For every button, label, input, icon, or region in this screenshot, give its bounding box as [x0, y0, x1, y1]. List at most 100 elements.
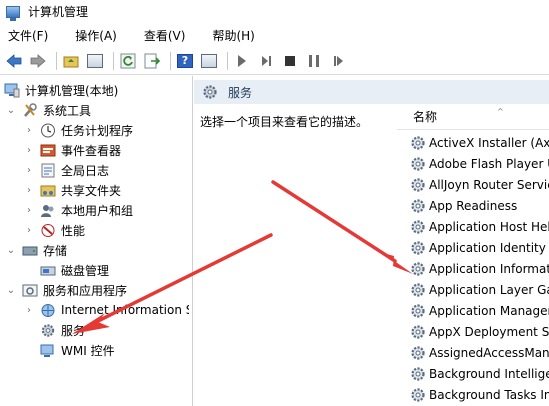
tree-label: 服务 [61, 323, 86, 338]
menu-action[interactable]: 操作(A) [73, 25, 119, 46]
service-row[interactable]: Application Informat [410, 258, 549, 279]
tree-item-services-apps[interactable]: ⌄ 服务和应用程序 [6, 280, 127, 300]
service-gear-icon [411, 198, 425, 213]
service-name: ActiveX Installer (AxIn [429, 135, 549, 150]
tree-label: 全局日志 [61, 163, 110, 178]
show-hide-action-pane-button[interactable] [199, 51, 219, 71]
service-gear-icon [411, 387, 425, 402]
services-apps-icon [22, 284, 38, 296]
services-gear-icon [41, 323, 55, 337]
service-row[interactable]: Background Intellige [410, 363, 549, 384]
tree-item-disk-management[interactable]: 磁盘管理 [40, 260, 109, 280]
service-description: 选择一个项目来查看它的描述。 [200, 115, 369, 129]
sort-ascending-icon: ^ [497, 107, 504, 116]
tools-icon [24, 102, 37, 117]
iis-globe-icon [41, 303, 55, 317]
column-header-label: 名称 [413, 110, 438, 124]
service-row[interactable]: Application Layer Ga [410, 279, 549, 300]
service-gear-icon [411, 156, 425, 171]
chevron-down-icon[interactable]: ⌄ [6, 285, 16, 296]
stop-service-button[interactable] [280, 51, 300, 71]
back-button[interactable] [4, 51, 24, 71]
chevron-right-icon[interactable]: › [24, 205, 34, 216]
services-header: 服务 [194, 80, 549, 104]
start-service-button[interactable] [232, 51, 252, 71]
service-row[interactable]: Application Identity [410, 237, 546, 258]
pause-icon [309, 54, 319, 67]
forward-button[interactable] [28, 51, 48, 71]
start-service-alt-button[interactable] [256, 51, 276, 71]
pause-service-button[interactable] [304, 51, 324, 71]
tree-item-iis[interactable]: › Internet Information S [24, 300, 192, 320]
services-header-title: 服务 [228, 85, 253, 100]
back-arrow-icon [6, 53, 22, 68]
export-list-button[interactable] [142, 51, 162, 71]
tree-item-event-viewer[interactable]: › 事件查看器 [24, 140, 121, 160]
tree-item-computer-management[interactable]: 计算机管理(本地) [4, 80, 118, 100]
global-log-icon [41, 163, 55, 177]
tree-label: 事件查看器 [61, 143, 122, 158]
up-folder-button[interactable] [61, 51, 81, 71]
tree-label: 存储 [43, 243, 68, 258]
service-name: Application Layer Ga [429, 282, 549, 297]
services-pane: 服务 选择一个项目来查看它的描述。 ^ 名称 ActiveX Installer… [194, 76, 549, 406]
chevron-right-icon[interactable]: › [24, 225, 34, 236]
tree-item-local-users[interactable]: › 本地用户和组 [24, 200, 133, 220]
service-row[interactable]: AllJoyn Router Servic [410, 174, 549, 195]
menu-bar: 文件(F) 操作(A) 查看(V) 帮助(H) [0, 23, 549, 47]
service-row[interactable]: Adobe Flash Player U [410, 153, 549, 174]
service-row[interactable]: Application Host Hel [410, 216, 549, 237]
menu-view[interactable]: 查看(V) [142, 25, 188, 46]
service-row[interactable]: AssignedAccessMana [410, 342, 549, 363]
tree-label: 计算机管理(本地) [25, 83, 119, 98]
service-row[interactable]: App Readiness [410, 195, 517, 216]
service-gear-icon [411, 345, 425, 360]
service-gear-icon [411, 261, 425, 276]
help-icon: ? [177, 53, 193, 68]
refresh-button[interactable] [118, 51, 138, 71]
help-button[interactable]: ? [175, 51, 195, 71]
service-name: App Readiness [429, 198, 518, 213]
service-gear-icon [411, 219, 425, 234]
title-bar: 计算机管理 [0, 0, 549, 23]
service-gear-icon [411, 135, 425, 150]
service-row[interactable]: Background Tasks In [410, 384, 549, 405]
play-step-icon [261, 55, 271, 66]
tree-item-services[interactable]: 服务 [40, 320, 85, 340]
event-viewer-icon [40, 144, 56, 156]
console-tree: 计算机管理(本地) ⌄ 系统工具 › 任务计划程序 › 事件查看器 › 全局日志… [0, 76, 193, 406]
tree-label: 系统工具 [43, 103, 92, 118]
chevron-right-icon[interactable]: › [24, 145, 34, 156]
chevron-right-icon[interactable]: › [24, 305, 34, 316]
tree-item-storage[interactable]: ⌄ 存储 [6, 240, 67, 260]
chevron-down-icon[interactable]: ⌄ [6, 105, 16, 116]
service-gear-icon [411, 324, 425, 339]
service-row[interactable]: Application Manager [410, 300, 549, 321]
service-row[interactable]: ActiveX Installer (AxIn [410, 132, 549, 153]
tree-item-wmi[interactable]: WMI 控件 [40, 340, 115, 360]
tree-item-task-scheduler[interactable]: › 任务计划程序 [24, 120, 133, 140]
chevron-right-icon[interactable]: › [24, 165, 34, 176]
service-name: Background Intellige [429, 366, 549, 381]
restart-icon [333, 55, 343, 66]
tree-item-performance[interactable]: › 性能 [24, 220, 85, 240]
menu-help[interactable]: 帮助(H) [210, 25, 256, 46]
chevron-right-icon[interactable]: › [24, 185, 34, 196]
play-icon [238, 54, 246, 67]
chevron-right-icon[interactable]: › [24, 125, 34, 136]
wmi-icon [40, 344, 54, 357]
tree-item-system-tools[interactable]: ⌄ 系统工具 [6, 100, 91, 120]
chevron-down-icon[interactable]: ⌄ [6, 245, 16, 256]
column-header-name[interactable]: ^ 名称 [397, 104, 549, 130]
service-row[interactable]: AppX Deployment Se [410, 321, 549, 342]
tree-scrollbar[interactable] [189, 76, 192, 406]
computer-management-icon [6, 5, 20, 21]
folder-up-icon [63, 56, 79, 67]
service-gear-icon [411, 177, 425, 192]
tree-item-shared-folders[interactable]: › 共享文件夹 [24, 180, 121, 200]
menu-file[interactable]: 文件(F) [6, 25, 50, 46]
restart-service-button[interactable] [328, 51, 348, 71]
tree-item-global-log[interactable]: › 全局日志 [24, 160, 109, 180]
show-hide-tree-button[interactable] [85, 51, 105, 71]
service-name: Application Host Hel [429, 219, 549, 234]
